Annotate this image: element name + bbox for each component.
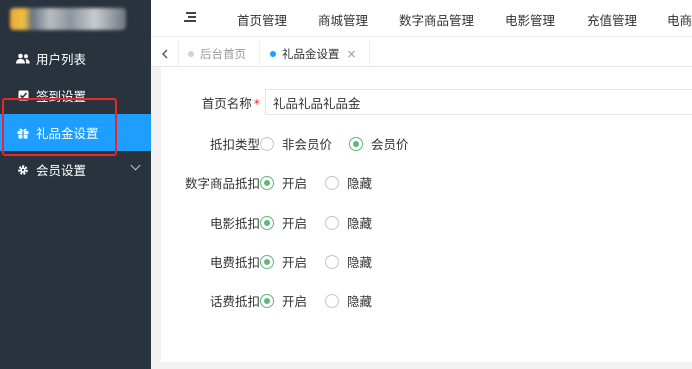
top-nav-movie[interactable]: 电影管理 <box>505 10 555 29</box>
top-nav-recharge[interactable]: 充值管理 <box>587 10 637 29</box>
sidebar-item-users[interactable]: 用户列表 <box>0 40 151 77</box>
settings-form: 首页名称* 抵扣类型 非会员价 会员价 数字商品抵扣 开启 隐藏 电影抵扣 开启… <box>161 67 692 362</box>
form-row-name: 首页名称 * <box>161 87 692 115</box>
tab-dot-icon <box>188 50 194 57</box>
logo-image <box>10 8 126 30</box>
users-icon <box>16 53 30 64</box>
radio-circle-icon <box>325 175 339 190</box>
field-label: 抵扣类型 <box>209 137 260 152</box>
radio-circle-icon <box>325 215 339 230</box>
field-label: 数字商品抵扣 <box>184 176 260 191</box>
tab-dot-icon <box>270 50 276 57</box>
sidebar-item-checkin[interactable]: 签到设置 <box>0 77 151 114</box>
sidebar-item-label: 礼品金设置 <box>36 126 99 141</box>
tab-label: 后台首页 <box>200 46 246 61</box>
homepage-name-input[interactable] <box>265 89 692 115</box>
close-icon[interactable]: × <box>347 47 357 61</box>
field-label: 电影抵扣 <box>209 216 260 231</box>
radio-circle-icon <box>349 136 363 151</box>
logo <box>0 0 151 40</box>
form-row-deduction-type: 抵扣类型 非会员价 会员价 <box>161 128 692 156</box>
tab-label: 礼品金设置 <box>282 46 340 61</box>
form-row-movie: 电影抵扣 开启 隐藏 <box>161 207 692 235</box>
top-navbar: 首页管理 商城管理 数字商品管理 电影管理 充值管理 电商 <box>151 0 692 37</box>
radio-circle-icon <box>325 254 339 269</box>
top-nav-mall[interactable]: 商城管理 <box>318 10 368 29</box>
gift-icon <box>16 127 30 139</box>
tab-gift-settings[interactable]: 礼品金设置 × <box>270 40 357 67</box>
radio-circle-icon <box>260 254 274 269</box>
tab-dashboard[interactable]: 后台首页 <box>188 40 246 67</box>
top-nav-digital-goods[interactable]: 数字商品管理 <box>399 10 474 29</box>
radio-circle-icon <box>260 136 274 151</box>
chevron-left-icon[interactable] <box>151 40 179 67</box>
radio-enable[interactable]: 开启 <box>260 173 307 192</box>
top-nav-home[interactable]: 首页管理 <box>237 10 287 29</box>
radio-enable[interactable]: 开启 <box>260 291 307 310</box>
field-label: 首页名称 * <box>201 96 260 111</box>
sidebar-item-label: 会员设置 <box>36 163 87 178</box>
sidebar-item-member-settings[interactable]: 会员设置 <box>0 151 151 188</box>
radio-hide[interactable]: 隐藏 <box>325 252 372 271</box>
radio-enable[interactable]: 开启 <box>260 252 307 271</box>
main-content: 首页名称* 抵扣类型 非会员价 会员价 数字商品抵扣 开启 隐藏 电影抵扣 开启… <box>151 67 692 369</box>
radio-hide[interactable]: 隐藏 <box>325 213 372 232</box>
chevron-down-icon[interactable] <box>130 160 141 171</box>
field-label: 电费抵扣 <box>209 255 260 270</box>
radio-member-price[interactable]: 会员价 <box>349 134 409 153</box>
top-nav-ecommerce[interactable]: 电商 <box>667 10 692 29</box>
menu-toggle-icon[interactable] <box>184 11 196 23</box>
sidebar-item-gift-settings[interactable]: 礼品金设置 <box>0 114 151 151</box>
radio-hide[interactable]: 隐藏 <box>325 291 372 310</box>
radio-circle-icon <box>260 293 274 308</box>
radio-circle-icon <box>325 293 339 308</box>
gear-icon <box>16 164 30 176</box>
form-row-phone-bill: 话费抵扣 开启 隐藏 <box>161 285 692 313</box>
checkbox-icon <box>16 90 30 101</box>
radio-circle-icon <box>260 215 274 230</box>
tab-bar: 后台首页 礼品金设置 × <box>151 40 692 67</box>
form-row-digital-goods: 数字商品抵扣 开启 隐藏 <box>161 167 692 195</box>
field-label: 话费抵扣 <box>209 294 260 309</box>
sidebar: 用户列表 签到设置 礼品金设置 会员设置 <box>0 0 151 369</box>
radio-non-member-price[interactable]: 非会员价 <box>260 134 332 153</box>
sidebar-item-label: 用户列表 <box>36 52 87 67</box>
form-row-electricity: 电费抵扣 开启 隐藏 <box>161 246 692 274</box>
radio-circle-icon <box>260 175 274 190</box>
sidebar-item-label: 签到设置 <box>36 89 87 104</box>
radio-hide[interactable]: 隐藏 <box>325 173 372 192</box>
radio-enable[interactable]: 开启 <box>260 213 307 232</box>
